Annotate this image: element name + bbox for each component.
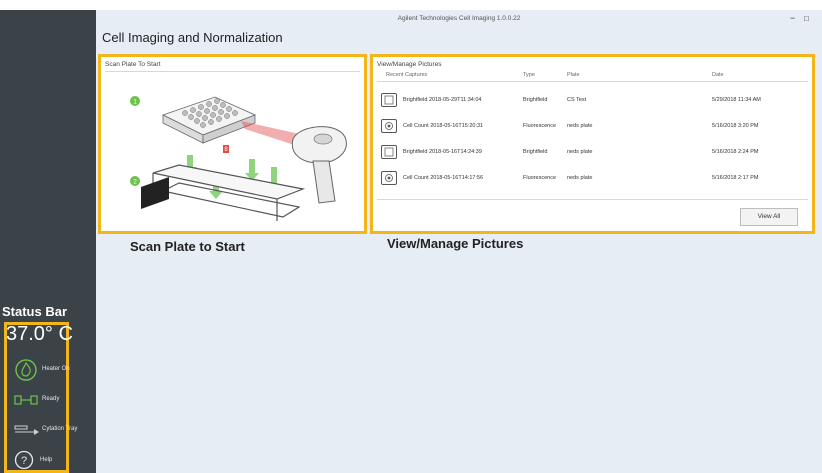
svg-text:?: ? <box>21 455 27 467</box>
col-date[interactable]: Date <box>712 72 724 78</box>
title-bar: Agilent Technologies Cell Imaging 1.0.0.… <box>96 10 822 26</box>
col-type[interactable]: Type <box>523 72 535 78</box>
table-row[interactable]: Cell Count 2018-05-16T14:17:56 Fluoresce… <box>381 170 804 188</box>
view-manage-pictures-panel: View/Manage Pictures Recent Captures Typ… <box>370 54 815 234</box>
brightfield-icon <box>381 145 397 159</box>
brightfield-icon <box>381 93 397 107</box>
view-manage-pictures-caption: View/Manage Pictures <box>387 236 524 251</box>
heater-icon <box>15 359 37 381</box>
scan-plate-panel[interactable]: Scan Plate To Start 8 1 2 <box>98 54 367 234</box>
tray-icon[interactable] <box>14 424 40 436</box>
app-title: Agilent Technologies Cell Imaging 1.0.0.… <box>397 15 521 22</box>
capture-date: 5/29/2018 11:34 AM <box>712 97 761 103</box>
scan-panel-header: Scan Plate To Start <box>105 61 161 68</box>
step-1-label: 1 <box>133 99 137 106</box>
cytation-tray <box>152 164 306 221</box>
status-bar-label: Status Bar <box>2 304 68 319</box>
capture-name: Cell Count 2018-05-16T15:20:31 <box>403 123 484 129</box>
capture-date: 5/16/2018 2:24 PM <box>712 149 759 155</box>
capture-name: Cell Count 2018-05-16T14:17:56 <box>403 175 484 181</box>
col-plate[interactable]: Plate <box>567 72 580 78</box>
capture-plate: CS Test <box>567 97 587 103</box>
col-recent-captures[interactable]: Recent Captures <box>386 72 427 78</box>
fluorescence-icon <box>381 171 397 185</box>
header-divider <box>377 81 808 82</box>
app-window: Agilent Technologies Cell Imaging 1.0.0.… <box>0 0 822 473</box>
maximize-icon[interactable]: □ <box>804 14 809 23</box>
footer-divider <box>377 199 808 200</box>
capture-plate: neds plate <box>567 149 593 155</box>
table-row[interactable]: Brightfield 2018-05-16T14:24:39 Brightfi… <box>381 144 804 162</box>
capture-type: Fluorescence <box>523 175 557 181</box>
tray-holder <box>141 177 169 209</box>
capture-date: 5/16/2018 3:20 PM <box>712 123 759 129</box>
table-row[interactable]: Brightfield 2018-05-29T11:34:04 Brightfi… <box>381 92 804 110</box>
minimize-icon[interactable]: − <box>790 13 795 23</box>
fluorescence-icon <box>381 119 397 133</box>
capture-type: Brightfield <box>523 97 548 103</box>
barcode-scanner <box>291 126 347 204</box>
scan-plate-illustration: 8 1 2 <box>130 96 347 221</box>
capture-date: 5/16/2018 2:17 PM <box>712 175 759 181</box>
panel-divider <box>105 71 360 72</box>
capture-type: Fluorescence <box>523 123 557 129</box>
temperature-readout: 37.0° C <box>6 323 73 345</box>
capture-plate: neds plate <box>567 175 593 181</box>
view-all-button[interactable]: View All <box>740 208 798 226</box>
capture-name: Brightfield 2018-05-29T11:34:04 <box>403 97 482 103</box>
cytation-tray-label[interactable]: Cytation Tray <box>42 426 77 432</box>
help-label[interactable]: Help <box>40 457 52 463</box>
page-title: Cell Imaging and Normalization <box>102 30 283 45</box>
pictures-panel-header: View/Manage Pictures <box>377 61 442 68</box>
ready-status: Ready <box>42 396 60 402</box>
heater-status: Heater On <box>42 366 70 372</box>
help-icon[interactable]: ? <box>14 450 34 470</box>
table-row[interactable]: Cell Count 2018-05-16T15:20:31 Fluoresce… <box>381 118 804 136</box>
capture-name: Brightfield 2018-05-16T14:24:39 <box>403 149 482 155</box>
capture-plate: neds plate <box>567 123 593 129</box>
capture-type: Brightfield <box>523 149 548 155</box>
scan-plate-caption: Scan Plate to Start <box>130 239 245 254</box>
step-2-label: 2 <box>133 179 137 186</box>
ready-icon <box>14 395 38 405</box>
